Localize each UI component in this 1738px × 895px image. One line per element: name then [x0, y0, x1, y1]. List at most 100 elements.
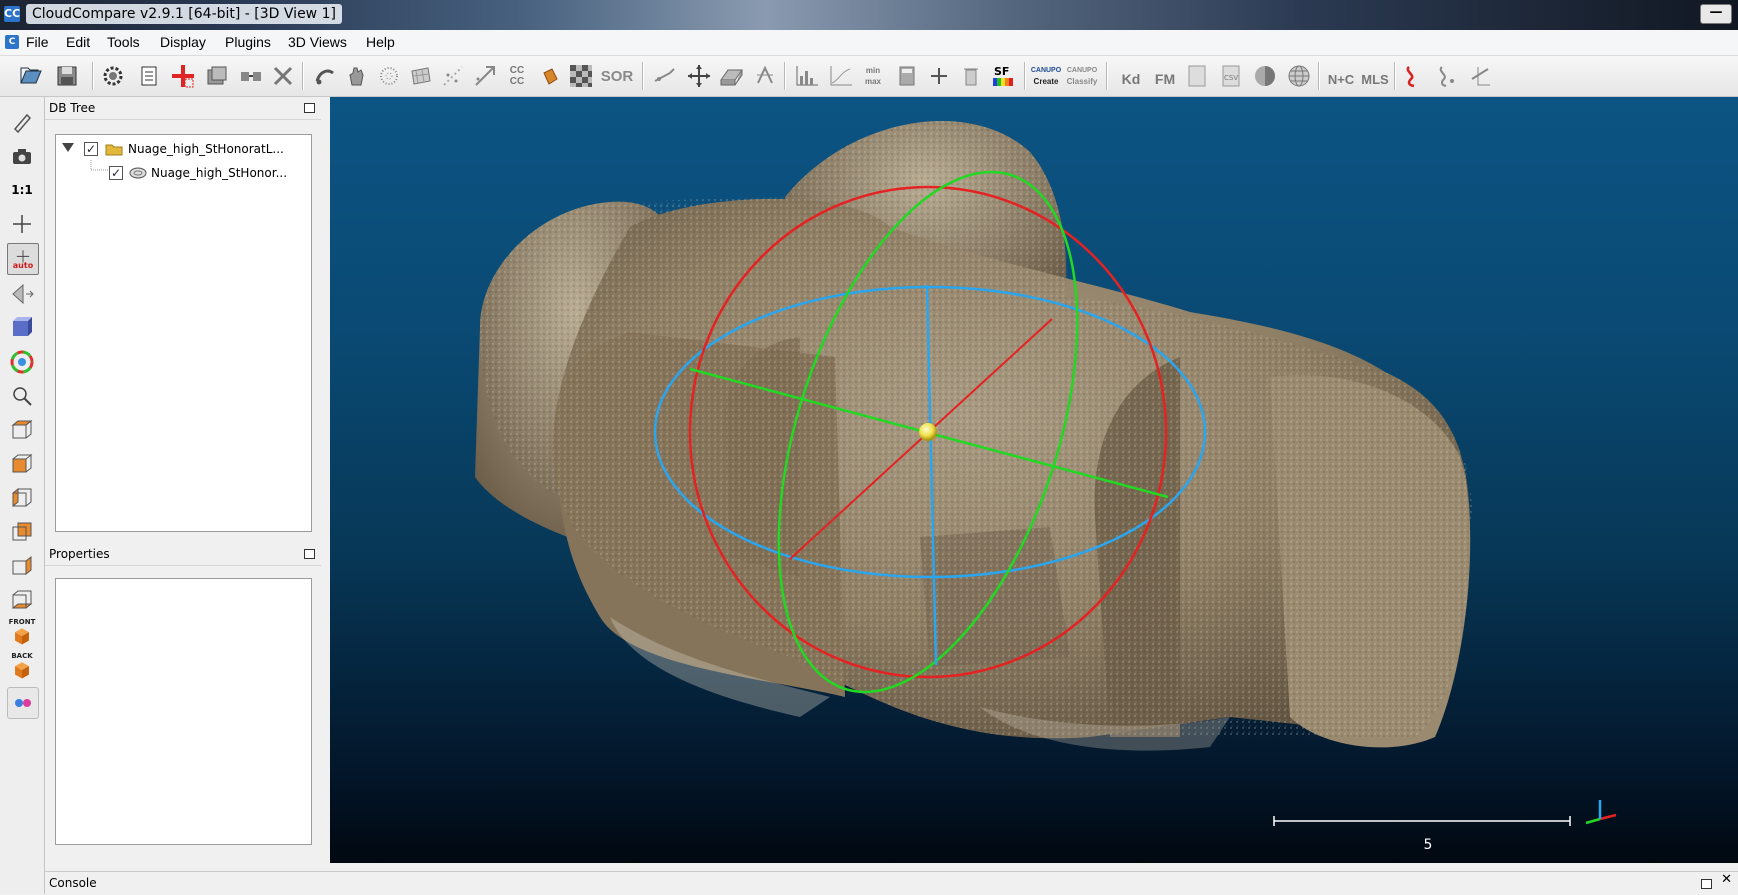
delete-button[interactable] [270, 63, 296, 89]
close-icon[interactable]: ✕ [1721, 872, 1732, 887]
mls-button[interactable]: MLS [1360, 63, 1390, 89]
menu-tools[interactable]: Tools [107, 34, 140, 50]
3d-view[interactable]: 5 [330, 97, 1738, 863]
console-title: Console [49, 876, 97, 890]
mls-label: MLS [1361, 71, 1389, 87]
menu-edit[interactable]: Edit [66, 34, 90, 50]
globe-button[interactable] [1286, 63, 1312, 89]
left-view-toolbar: 1:1 auto FRONT BACK [0, 97, 45, 894]
light-button[interactable] [7, 313, 37, 343]
red-curve-icon [1406, 66, 1415, 88]
checkerboard-button[interactable] [568, 63, 594, 89]
canupo-classify-button[interactable]: CANUPO Classify [1064, 63, 1100, 89]
fill-button[interactable] [536, 63, 562, 89]
minmax-button[interactable]: min max [860, 63, 886, 89]
noise-filter-button[interactable] [376, 63, 402, 89]
compass-icon [757, 65, 773, 84]
save-icon [57, 66, 77, 86]
settings-button[interactable] [100, 63, 126, 89]
iso-front-button[interactable]: FRONT [7, 617, 37, 647]
view-front-button[interactable] [7, 449, 37, 479]
view-bottom-button[interactable] [7, 585, 37, 615]
merge-button[interactable] [238, 63, 264, 89]
fast-marching-button[interactable]: FM [1150, 63, 1180, 89]
app-menu-icon[interactable]: C [5, 35, 19, 49]
sample-points-button[interactable] [440, 63, 466, 89]
sphere-button[interactable] [1252, 63, 1278, 89]
minimize-button[interactable]: — [1700, 4, 1732, 24]
undock-icon[interactable] [304, 103, 315, 113]
sor-filter-button[interactable]: SOR [600, 63, 634, 89]
zoom-1-1-button[interactable]: 1:1 [7, 175, 37, 205]
canupo-create-label: Create [1033, 77, 1059, 86]
plane-button[interactable] [718, 63, 744, 89]
list-button[interactable] [136, 63, 162, 89]
histogram-button[interactable] [794, 63, 820, 89]
cloud-visibility-checkbox[interactable] [109, 163, 123, 183]
sor-label: SOR [600, 67, 634, 85]
menu-display[interactable]: Display [160, 34, 206, 50]
zoom-button[interactable] [7, 381, 37, 411]
pencil-icon [13, 113, 32, 134]
menu-3d-views[interactable]: 3D Views [288, 34, 347, 50]
db-tree-header: DB Tree [45, 97, 321, 120]
section-icon [1471, 67, 1490, 86]
normal-consistency-button[interactable]: N+C [1326, 63, 1356, 89]
open-file-button[interactable] [18, 63, 44, 89]
window-title: CloudCompare v2.9.1 [64-bit] - [3D View … [26, 4, 342, 24]
mesh-button[interactable] [408, 63, 434, 89]
screenshot-button[interactable] [7, 141, 37, 171]
orange-cube-icon-2 [15, 662, 29, 679]
auto-pivot-button[interactable]: auto [7, 243, 39, 275]
save-button[interactable] [54, 63, 80, 89]
cloud-cloud-dist-button[interactable] [1400, 63, 1426, 89]
csv-button[interactable]: CSV [1218, 63, 1244, 89]
section-button[interactable] [1468, 63, 1494, 89]
remove-sf-button[interactable] [958, 63, 984, 89]
root-visibility-checkbox[interactable] [84, 139, 98, 159]
profile-button[interactable] [1434, 63, 1460, 89]
collapse-arrow-icon[interactable] [62, 143, 74, 153]
translate-button[interactable] [686, 63, 712, 89]
scalar-field-button[interactable]: SF SF [990, 63, 1016, 89]
view-back-button[interactable] [7, 517, 37, 547]
point-cloud-scene [475, 120, 1617, 826]
measure-button[interactable] [752, 63, 778, 89]
menu-file[interactable]: File [26, 34, 49, 50]
color-ramp-button[interactable] [7, 347, 37, 377]
pivot-button[interactable] [7, 209, 37, 239]
dots-circle-icon [380, 67, 398, 85]
iso-back-button[interactable]: BACK [7, 651, 37, 681]
add-point-button[interactable] [170, 63, 196, 89]
view-right-button[interactable] [7, 551, 37, 581]
clone-button[interactable] [204, 63, 230, 89]
canupo-title: CANUPO [1030, 67, 1062, 74]
cc-label: CC CC [509, 65, 525, 87]
plus-icon [931, 68, 947, 84]
stereo-button[interactable] [7, 687, 39, 719]
cloud-icon [129, 167, 147, 179]
perspective-button[interactable] [7, 279, 37, 309]
subsample-button[interactable] [312, 63, 338, 89]
kdtree-button[interactable]: Kd [1116, 63, 1146, 89]
add-sf-button[interactable] [926, 63, 952, 89]
view-top-button[interactable] [7, 415, 37, 445]
canupo-create-button[interactable]: CANUPO Create [1030, 63, 1062, 89]
properties-title: Properties [49, 547, 110, 561]
cc-label-button[interactable]: CC CC [504, 63, 530, 89]
export-button[interactable] [1184, 63, 1210, 89]
menu-plugins[interactable]: Plugins [225, 34, 271, 50]
pick-point-button[interactable] [652, 63, 678, 89]
transform-button[interactable] [472, 63, 498, 89]
histogram-icon [796, 66, 818, 86]
undock-icon[interactable] [304, 549, 315, 559]
view-left-button[interactable] [7, 483, 37, 513]
point-size-button[interactable] [7, 107, 37, 137]
calculator-button[interactable] [894, 63, 920, 89]
undock-icon[interactable] [1701, 879, 1712, 889]
statistics-button[interactable] [828, 63, 854, 89]
segment-button[interactable] [344, 63, 370, 89]
scale-bar [1273, 816, 1571, 826]
menu-help[interactable]: Help [366, 34, 395, 50]
ratio-label: 1:1 [11, 183, 33, 197]
